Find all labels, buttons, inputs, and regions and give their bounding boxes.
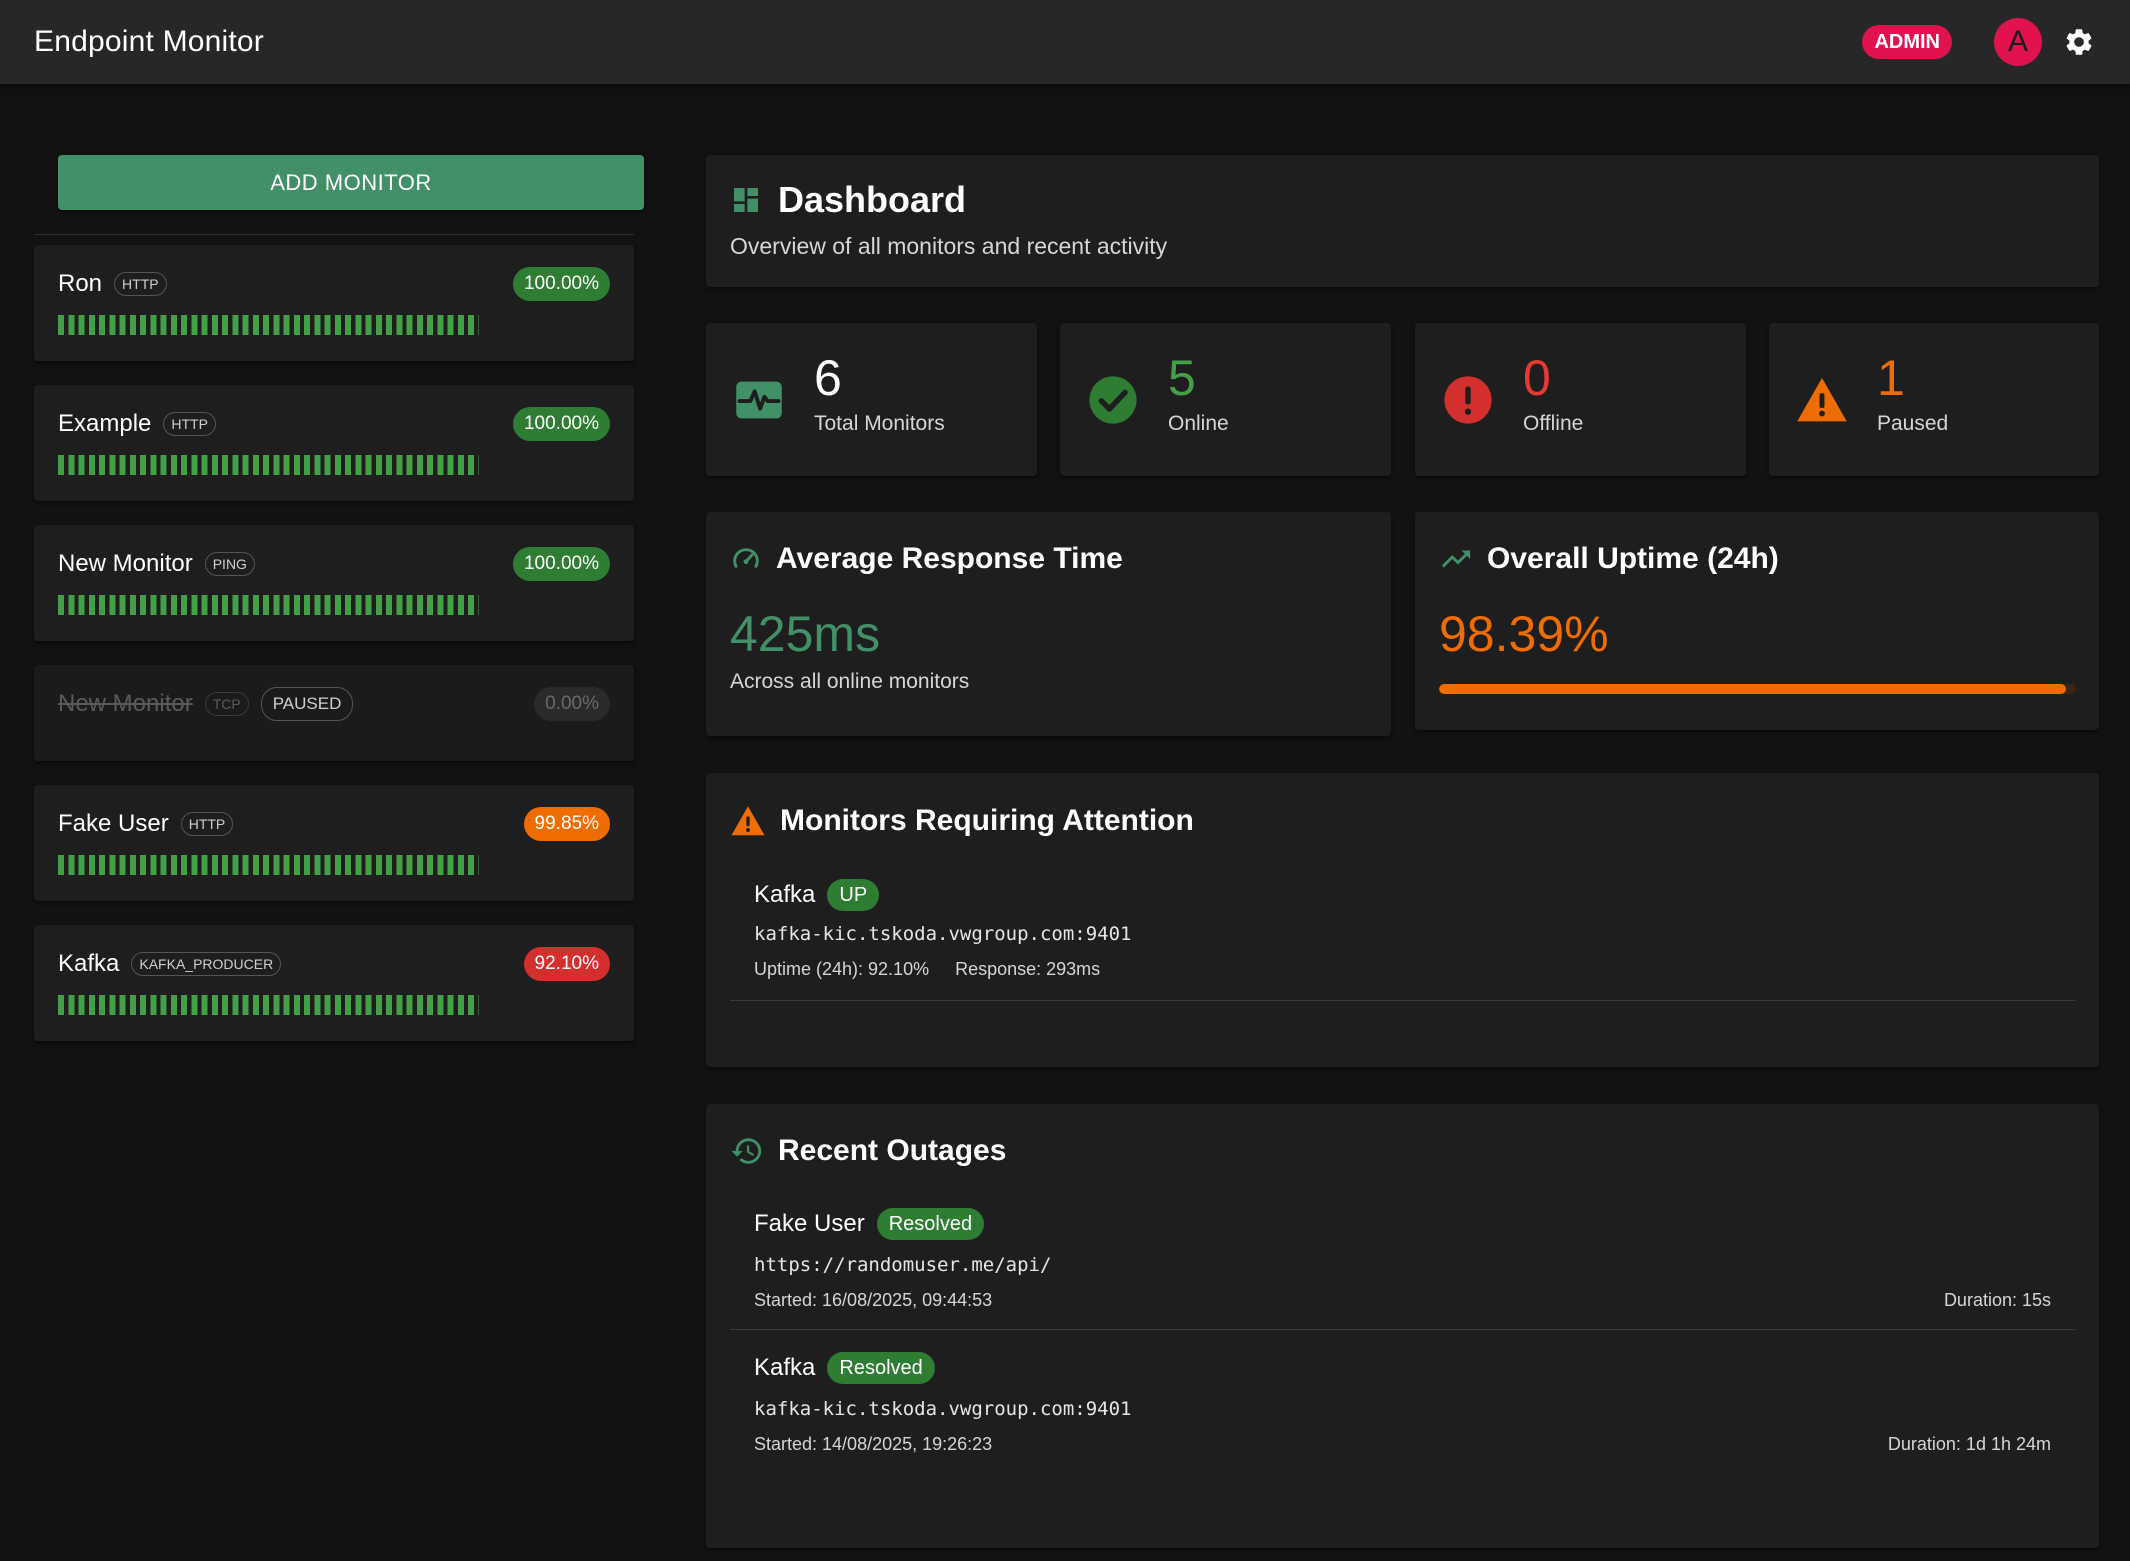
app-bar: Endpoint Monitor ADMIN A [0, 0, 2130, 84]
stat-card-paused: 1 Paused [1769, 323, 2099, 476]
offline-label: Offline [1523, 411, 1584, 435]
attention-title: Monitors Requiring Attention [780, 804, 1194, 837]
avatar[interactable]: A [1994, 18, 2042, 66]
outage-item-name: Fake User [754, 1210, 865, 1237]
status-badge: Resolved [827, 1352, 935, 1384]
status-badge: UP [827, 879, 880, 911]
avg-response-value: 425ms [730, 606, 881, 662]
recent-outages-title: Recent Outages [778, 1134, 1007, 1167]
settings-button[interactable] [2062, 25, 2096, 59]
page-subtitle: Overview of all monitors and recent acti… [730, 233, 1168, 259]
monitor-type-chip: HTTP [163, 412, 216, 436]
outage-item[interactable]: Kafka Resolved kafka-kic.tskoda.vwgroup.… [730, 1352, 2075, 1455]
error-circle-icon [1444, 375, 1492, 424]
paused-chip: PAUSED [260, 687, 354, 721]
monitor-type-chip: HTTP [114, 272, 167, 296]
attention-item-name: Kafka [754, 881, 816, 908]
heartbeat-bar [58, 315, 479, 335]
monitor-card[interactable]: Kafka KAFKA_PRODUCER 92.10% [34, 925, 634, 1041]
offline-value: 0 [1523, 349, 1551, 406]
uptime-pill: 0.00% [534, 687, 610, 721]
check-circle-icon [1089, 375, 1137, 424]
monitor-type-chip: HTTP [180, 812, 234, 836]
monitor-card[interactable]: Example HTTP 100.00% [34, 385, 634, 501]
monitor-card-paused[interactable]: New Monitor TCP PAUSED 0.00% [34, 665, 634, 761]
heartbeat-bar [58, 595, 479, 615]
speedometer-icon [733, 548, 759, 568]
outage-item-url: kafka-kic.tskoda.vwgroup.com:9401 [754, 1398, 1132, 1420]
outage-item-name: Kafka [754, 1354, 816, 1381]
outage-item[interactable]: Fake User Resolved https://randomuser.me… [730, 1208, 2075, 1311]
total-monitors-value: 6 [814, 349, 842, 406]
role-badge: ADMIN [1862, 25, 1952, 59]
online-value: 5 [1168, 349, 1196, 406]
attention-item[interactable]: Kafka UP kafka-kic.tskoda.vwgroup.com:94… [730, 879, 2075, 980]
sidebar: ADD MONITOR Ron HTTP 100.00% Example HTT… [34, 155, 644, 1041]
attention-item-response: Response: 293ms [955, 959, 1101, 979]
trending-up-icon [1441, 550, 1471, 568]
monitor-card[interactable]: New Monitor PING 100.00% [34, 525, 634, 641]
uptime-pill: 100.00% [512, 407, 610, 441]
total-monitors-label: Total Monitors [814, 411, 945, 435]
add-monitor-button[interactable]: ADD MONITOR [58, 155, 644, 210]
attention-item-url: kafka-kic.tskoda.vwgroup.com:9401 [754, 923, 1132, 945]
outage-started: Started: 14/08/2025, 19:26:23 [754, 1434, 993, 1454]
uptime-pill: 99.85% [523, 807, 610, 841]
app-bar-actions: ADMIN A [1862, 18, 2096, 66]
divider [730, 1329, 2075, 1330]
avg-response-title: Average Response Time [776, 542, 1123, 575]
warning-triangle-icon [1797, 377, 1847, 421]
uptime-pill: 100.00% [512, 267, 610, 301]
overall-uptime-card: Overall Uptime (24h) 98.39% [1415, 512, 2099, 730]
monitor-name: New Monitor [58, 550, 193, 577]
monitor-list: Ron HTTP 100.00% Example HTTP 100.00% Ne… [34, 245, 634, 1041]
overall-uptime-title: Overall Uptime (24h) [1487, 542, 1779, 575]
attention-section: Monitors Requiring Attention Kafka UP ka… [706, 773, 2099, 1067]
outage-duration: Duration: 1d 1h 24m [1887, 1434, 2051, 1454]
monitor-name: Fake User [58, 810, 169, 837]
monitor-name: New Monitor [58, 690, 193, 717]
monitor-card[interactable]: Ron HTTP 100.00% [34, 245, 634, 361]
uptime-progress-fill [1439, 684, 2066, 694]
uptime-progress-bar [1439, 684, 2076, 694]
monitor-type-chip: PING [204, 552, 255, 576]
dashboard-icon [734, 188, 758, 212]
outage-duration: Duration: 15s [1943, 1290, 2051, 1310]
outage-item-url: https://randomuser.me/api/ [754, 1254, 1052, 1276]
monitor-name: Ron [58, 270, 103, 297]
uptime-pill: 100.00% [512, 547, 610, 581]
stat-card-offline: 0 Offline [1415, 323, 1746, 476]
paused-label: Paused [1877, 411, 1949, 435]
avg-response-card: Average Response Time 425ms Across all o… [706, 512, 1391, 736]
status-badge: Resolved [876, 1208, 985, 1240]
monitor-type-chip: TCP [204, 692, 249, 716]
attention-item-uptime: Uptime (24h): 92.10% [754, 959, 930, 979]
app-title: Endpoint Monitor [34, 25, 265, 58]
uptime-pill: 92.10% [523, 947, 610, 981]
heartbeat-bar [58, 455, 479, 475]
history-icon [731, 1138, 762, 1164]
online-label: Online [1168, 411, 1229, 435]
warning-triangle-icon [731, 806, 765, 836]
stat-card-total: 6 Total Monitors [706, 323, 1037, 476]
paused-value: 1 [1877, 349, 1905, 406]
monitor-type-chip: KAFKA_PRODUCER [131, 952, 282, 976]
page-title: Dashboard [778, 179, 967, 220]
heartbeat-bar [58, 995, 479, 1015]
dashboard-header: Dashboard Overview of all monitors and r… [706, 155, 2099, 287]
heart-pulse-icon [736, 381, 782, 418]
avg-response-subtitle: Across all online monitors [730, 670, 970, 693]
outage-started: Started: 16/08/2025, 09:44:53 [754, 1290, 993, 1310]
overall-uptime-value: 98.39% [1439, 606, 1609, 662]
stat-card-online: 5 Online [1060, 323, 1391, 476]
gear-icon [2066, 29, 2092, 55]
monitor-card[interactable]: Fake User HTTP 99.85% [34, 785, 634, 901]
recent-outages-section: Recent Outages Fake User Resolved https:… [706, 1104, 2099, 1548]
divider [730, 1000, 2075, 1001]
sidebar-divider [34, 234, 634, 235]
monitor-name: Example [58, 410, 152, 437]
monitor-name: Kafka [58, 950, 120, 977]
heartbeat-bar [58, 855, 479, 875]
